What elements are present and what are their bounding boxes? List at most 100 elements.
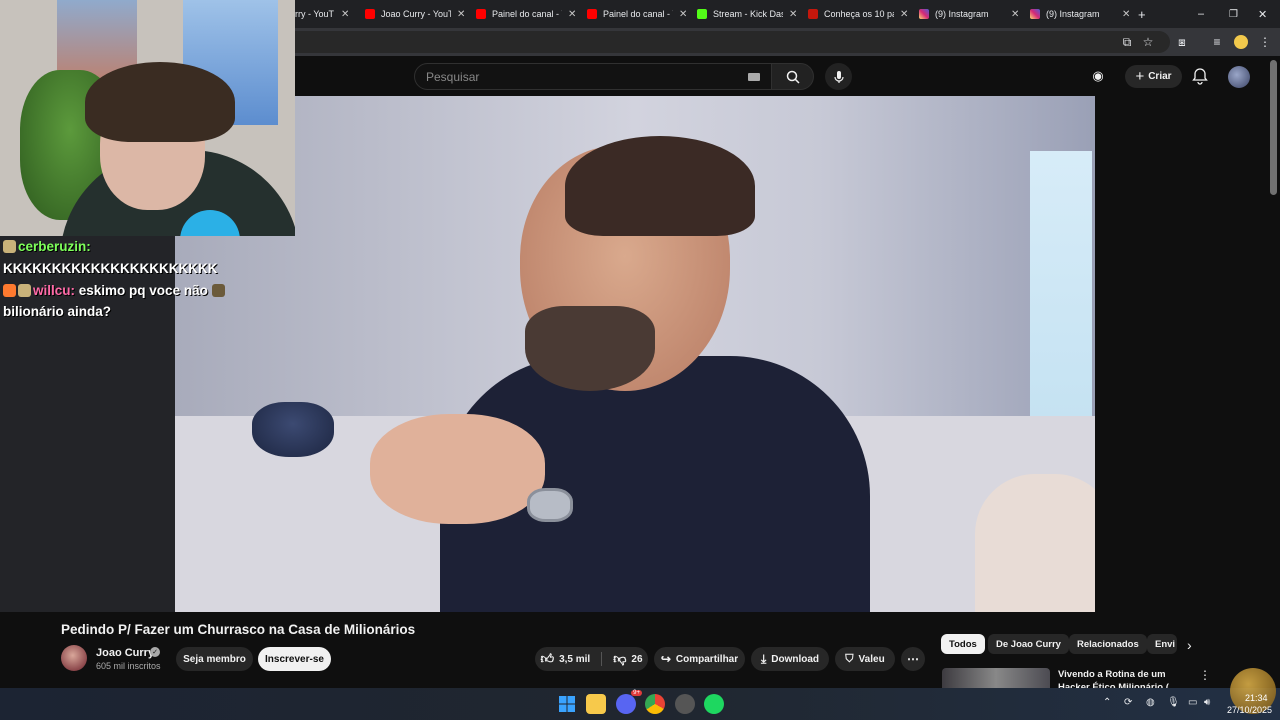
- tray-sync-icon[interactable]: ⟳: [1124, 697, 1132, 708]
- chat-message: willcu: eskimo pq voce não: [3, 283, 227, 298]
- dislike-button[interactable]: 👎︎ 26: [613, 651, 642, 667]
- minimize-icon[interactable]: –: [1198, 4, 1204, 24]
- tab-title: (9) Instagram: [1046, 9, 1100, 19]
- new-tab-button[interactable]: +: [1138, 4, 1146, 24]
- badge-icon: [3, 284, 16, 297]
- tray-microphone-icon[interactable]: 🎙︎: [1167, 697, 1180, 708]
- share-button[interactable]: ↪ Compartilhar: [654, 647, 745, 671]
- download-label: Download: [771, 653, 820, 665]
- like-button[interactable]: 👍︎ 3,5 mil: [540, 651, 590, 667]
- tab-close-icon[interactable]: ✕: [457, 9, 465, 20]
- eye-icon[interactable]: ◉: [1089, 68, 1107, 86]
- tab-instagram-1[interactable]: (9) Instagram ✕: [919, 4, 1019, 24]
- super-thanks-icon: ⛉: [845, 652, 854, 665]
- window-close-icon[interactable]: ✕: [1258, 4, 1267, 24]
- bookmark-star-icon[interactable]: ☆: [1139, 33, 1157, 51]
- share-label: Compartilhar: [675, 653, 739, 665]
- tab-close-icon[interactable]: ✕: [1122, 9, 1130, 20]
- subscriber-count: 605 mil inscritos: [96, 661, 161, 671]
- tab-g1[interactable]: Conheça os 10 pa ✕: [808, 4, 908, 24]
- chip-from-channel[interactable]: De Joao Curry: [988, 634, 1069, 654]
- tab-youtube-2[interactable]: Joao Curry - YouT ✕: [365, 4, 465, 24]
- discord-icon[interactable]: 9+: [616, 690, 642, 714]
- tab-kick[interactable]: Stream - Kick Das ✕: [697, 4, 797, 24]
- search-input[interactable]: Pesquisar: [414, 63, 772, 90]
- search-button[interactable]: [771, 63, 814, 90]
- emote-icon: [3, 240, 16, 253]
- chip-all[interactable]: Todos: [941, 634, 985, 654]
- emote-icon: [211, 284, 225, 297]
- join-button[interactable]: Seja membro: [176, 647, 253, 671]
- tray-network-icon[interactable]: ▭: [1188, 697, 1197, 708]
- voice-search-button[interactable]: [825, 63, 852, 90]
- cast-icon[interactable]: ⧉: [1118, 33, 1136, 51]
- chrome-icon[interactable]: [645, 694, 665, 714]
- recommended-video-title[interactable]: Vivendo a Rotina de um Hacker Ético Mili…: [1058, 668, 1193, 690]
- video-frame-person-hands: [370, 414, 545, 524]
- tab-instagram-2[interactable]: (9) Instagram ✕: [1030, 4, 1130, 24]
- tray-volume-icon[interactable]: 🔊︎: [1204, 697, 1210, 708]
- verified-badge-icon: ✓: [150, 647, 160, 657]
- youtube-icon: [476, 9, 486, 19]
- webcam-overlay: [0, 0, 295, 236]
- tray-chevron-up-icon[interactable]: ⌃: [1103, 697, 1111, 708]
- chevron-right-icon[interactable]: ›: [1187, 637, 1192, 653]
- chat-text: bilionário ainda?: [3, 304, 112, 319]
- tab-close-icon[interactable]: ✕: [568, 9, 576, 20]
- clock-time[interactable]: 21:34: [1245, 693, 1268, 703]
- video-player[interactable]: [175, 96, 1095, 612]
- channel-avatar[interactable]: [61, 645, 87, 671]
- page-scrollbar[interactable]: [1270, 60, 1277, 195]
- tray-app-icon[interactable]: ◍: [1146, 697, 1155, 708]
- search-icon: [786, 70, 800, 84]
- video-frame-watch: [527, 488, 573, 522]
- tab-close-icon[interactable]: ✕: [789, 9, 797, 20]
- more-actions-icon[interactable]: ⋯: [901, 647, 925, 671]
- reading-list-icon[interactable]: ≡: [1208, 33, 1226, 51]
- windows-start-icon[interactable]: [557, 694, 577, 714]
- chip-sent[interactable]: Envi: [1147, 634, 1177, 654]
- video-frame-person-beard: [525, 306, 655, 391]
- share-icon: ↪: [660, 652, 671, 666]
- spotify-icon[interactable]: [704, 694, 724, 714]
- chat-username: cerberuzin:: [18, 239, 91, 254]
- tab-close-icon[interactable]: ✕: [341, 9, 349, 20]
- thanks-button[interactable]: ⛉ Valeu: [835, 647, 895, 671]
- file-explorer-icon[interactable]: [586, 694, 606, 714]
- chat-text: eskimo pq voce não: [78, 283, 208, 298]
- chat-text: KKKKKKKKKKKKKKKKKKKKKK: [3, 261, 218, 276]
- chip-related[interactable]: Relacionados: [1069, 634, 1147, 654]
- recommended-more-icon[interactable]: ⋮: [1199, 668, 1211, 682]
- webcam-person-hair: [85, 62, 235, 142]
- create-button[interactable]: + Criar: [1125, 65, 1182, 88]
- chat-username: willcu:: [33, 283, 76, 298]
- notifications-bell-icon[interactable]: [1192, 67, 1210, 85]
- youtube-icon: [365, 9, 375, 19]
- tab-close-icon[interactable]: ✕: [679, 9, 687, 20]
- join-label: Seja membro: [183, 653, 246, 665]
- tab-youtube-4[interactable]: Painel do canal - Y ✕: [587, 4, 687, 24]
- subscribe-button[interactable]: Inscrever-se: [258, 647, 331, 671]
- extensions-icon[interactable]: ⧆: [1173, 33, 1191, 51]
- obs-icon[interactable]: [675, 694, 695, 714]
- browser-menu-icon[interactable]: ⋮: [1256, 33, 1274, 51]
- plus-icon: +: [1135, 68, 1145, 85]
- chat-message: KKKKKKKKKKKKKKKKKKKKKK: [3, 261, 217, 276]
- profile-icon[interactable]: [1232, 33, 1250, 51]
- channel-name[interactable]: Joao Curry: [96, 647, 154, 659]
- tab-title: Painel do canal - Y: [603, 9, 673, 19]
- keyboard-icon[interactable]: [748, 72, 760, 81]
- clock-date[interactable]: 27/10/2025: [1227, 705, 1272, 715]
- maximize-icon[interactable]: ❐: [1229, 4, 1238, 24]
- tab-close-icon[interactable]: ✕: [1011, 9, 1019, 20]
- account-avatar[interactable]: [1228, 66, 1250, 88]
- tab-youtube-3[interactable]: Painel do canal - Y ✕: [476, 4, 576, 24]
- recommended-video-thumbnail[interactable]: [942, 668, 1050, 690]
- tab-close-icon[interactable]: ✕: [900, 9, 908, 20]
- download-button[interactable]: ⤓ Download: [751, 647, 829, 671]
- tab-title: Conheça os 10 pa: [824, 9, 894, 19]
- subscribe-label: Inscrever-se: [265, 653, 324, 665]
- like-divider: [601, 652, 603, 666]
- tab-youtube-1[interactable]: rry - YouT ✕: [295, 4, 349, 24]
- instagram-icon: [1030, 9, 1040, 19]
